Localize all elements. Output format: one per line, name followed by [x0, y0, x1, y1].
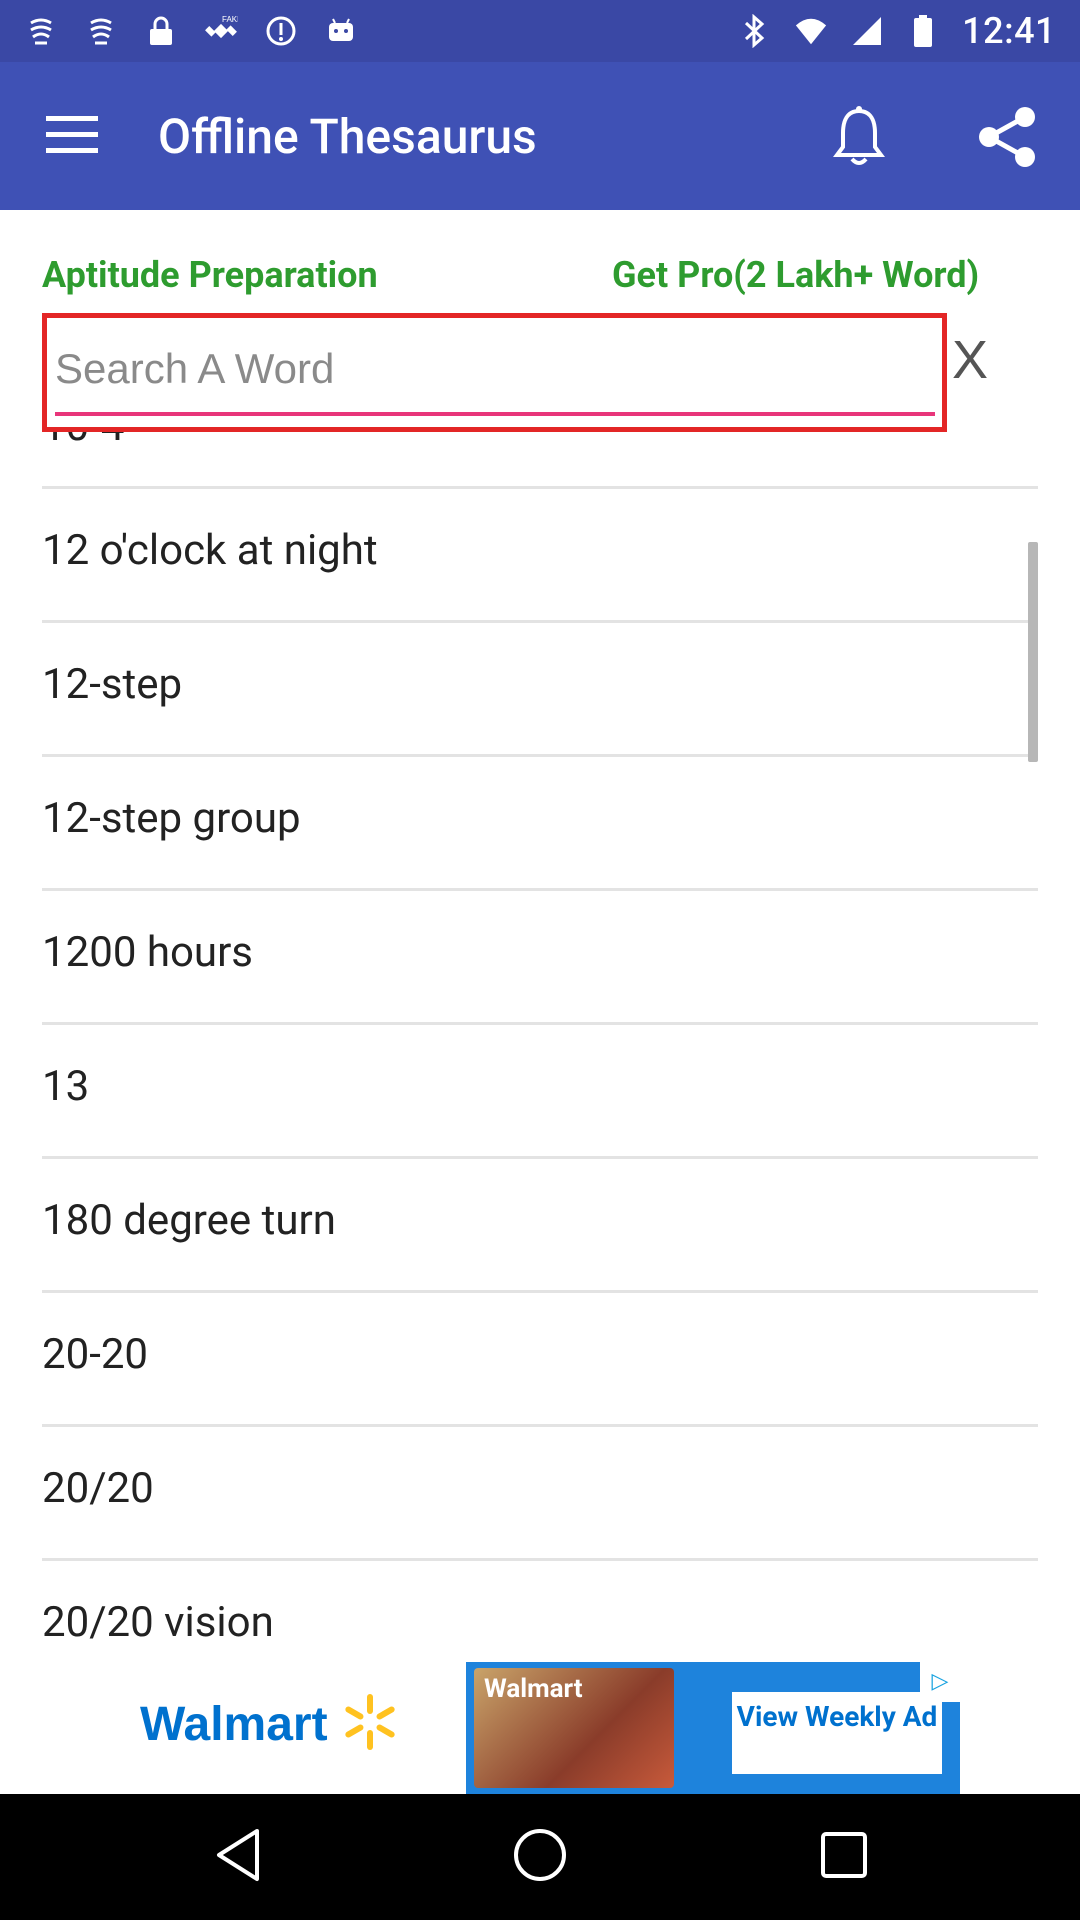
svg-text:FAKE: FAKE — [222, 15, 238, 24]
system-nav-bar — [0, 1794, 1080, 1920]
lock-icon — [144, 14, 178, 48]
ad-choices-icon[interactable]: ▷ — [920, 1662, 960, 1702]
notification-button[interactable] — [818, 98, 900, 180]
list-item[interactable]: 20-20 — [42, 1292, 1038, 1426]
list-item-label: 12-step — [42, 660, 183, 709]
list-item[interactable]: 12-step group — [42, 756, 1038, 890]
status-icons-left: FAKE — [24, 14, 358, 48]
recents-icon — [820, 1831, 868, 1883]
share-button[interactable] — [966, 98, 1048, 180]
ad-photo: Walmart — [474, 1668, 674, 1788]
ad-brand-text: Walmart — [140, 1697, 328, 1751]
status-icons-right: 12:41 — [738, 10, 1056, 52]
list-item[interactable]: 13 — [42, 1024, 1038, 1158]
ad-banner[interactable]: Walmart Walmart View Weekly Ad ▷ — [0, 1662, 1080, 1794]
list-item[interactable]: 12 o'clock at night — [42, 488, 1038, 622]
app-notification-icon — [84, 14, 118, 48]
spark-icon — [340, 1692, 400, 1756]
get-pro-link[interactable]: Get Pro(2 Lakh+ Word) — [612, 254, 979, 296]
list-item[interactable]: 180 degree turn — [42, 1158, 1038, 1292]
status-time: 12:41 — [962, 10, 1056, 52]
ad-creative[interactable]: Walmart View Weekly Ad ▷ — [466, 1662, 960, 1794]
list-item-label: 13 — [42, 1062, 90, 1111]
links-row: Aptitude Preparation Get Pro(2 Lakh+ Wor… — [0, 254, 1080, 304]
menu-button[interactable] — [32, 102, 112, 172]
list-item-label: 180 degree turn — [42, 1196, 336, 1245]
home-button[interactable] — [500, 1822, 580, 1892]
back-button[interactable] — [198, 1822, 278, 1892]
home-icon — [512, 1827, 568, 1887]
app-notification-icon — [24, 14, 58, 48]
bluetooth-icon — [738, 14, 772, 48]
list-item[interactable]: 1200 hours — [42, 890, 1038, 1024]
list-item-label: 12-step group — [42, 794, 301, 843]
list-item[interactable]: 12-step — [42, 622, 1038, 756]
android-icon — [324, 14, 358, 48]
share-icon — [977, 105, 1037, 173]
signal-icon — [850, 14, 884, 48]
fake-gps-icon: FAKE — [204, 14, 238, 48]
bell-icon — [831, 105, 887, 173]
back-icon — [213, 1827, 263, 1887]
info-icon — [264, 14, 298, 48]
search-input[interactable] — [55, 338, 935, 400]
app-title: Offline Thesaurus — [158, 108, 537, 165]
aptitude-preparation-link[interactable]: Aptitude Preparation — [42, 254, 378, 296]
ad-cta-button[interactable]: View Weekly Ad — [732, 1692, 942, 1774]
list-item-label: 1200 hours — [42, 928, 253, 977]
list-item-label: 20/20 vision — [42, 1598, 274, 1647]
ad-logo: Walmart — [140, 1692, 400, 1756]
status-bar: FAKE 12:41 — [0, 0, 1080, 62]
list-item-label: 20-20 — [42, 1330, 149, 1379]
word-list[interactable]: 10-4 12 o'clock at night 12-step 12-step… — [0, 432, 1080, 1662]
list-item-label: 20/20 — [42, 1464, 154, 1513]
recents-button[interactable] — [804, 1822, 884, 1892]
wifi-icon — [794, 14, 828, 48]
battery-icon — [906, 14, 940, 48]
list-item[interactable]: 20/20 vision — [42, 1560, 1038, 1662]
app-bar: Offline Thesaurus — [0, 62, 1080, 210]
list-item[interactable]: 20/20 — [42, 1426, 1038, 1560]
list-item-label: 12 o'clock at night — [42, 526, 378, 575]
list-scrollbar[interactable] — [1028, 542, 1038, 762]
clear-search-button[interactable]: X — [944, 328, 996, 392]
search-underline — [55, 412, 935, 416]
menu-icon — [46, 116, 98, 158]
ad-photo-brand: Walmart — [484, 1674, 583, 1704]
search-box — [42, 313, 947, 432]
list-item-partial[interactable]: 10-4 — [42, 432, 124, 451]
